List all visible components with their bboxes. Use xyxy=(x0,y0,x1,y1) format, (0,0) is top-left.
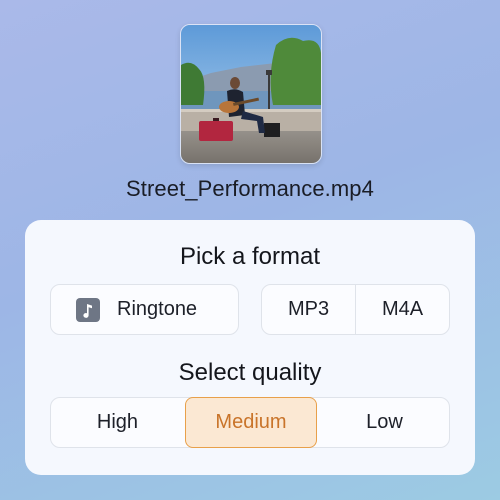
music-note-icon xyxy=(76,297,100,322)
quality-option-medium[interactable]: Medium xyxy=(185,397,317,448)
format-heading: Pick a format xyxy=(179,243,321,270)
format-selector: MP3 M4A xyxy=(261,284,450,335)
format-option-mp3[interactable]: MP3 xyxy=(262,285,355,334)
quality-option-high[interactable]: High xyxy=(51,398,184,447)
quality-option-low[interactable]: Low xyxy=(318,398,451,447)
format-option-m4a[interactable]: M4A xyxy=(356,285,449,334)
ringtone-button[interactable]: Ringtone xyxy=(50,284,239,335)
file-name: Street_Performance.mp4 xyxy=(126,176,374,201)
quality-selector: High Medium Low xyxy=(50,397,450,448)
quality-heading: Select quality xyxy=(178,359,322,386)
conversion-panel: Pick a format Ringtone MP3 M4A Select qu… xyxy=(25,220,475,475)
ringtone-label: Ringtone xyxy=(117,298,198,320)
video-thumbnail xyxy=(180,24,322,164)
